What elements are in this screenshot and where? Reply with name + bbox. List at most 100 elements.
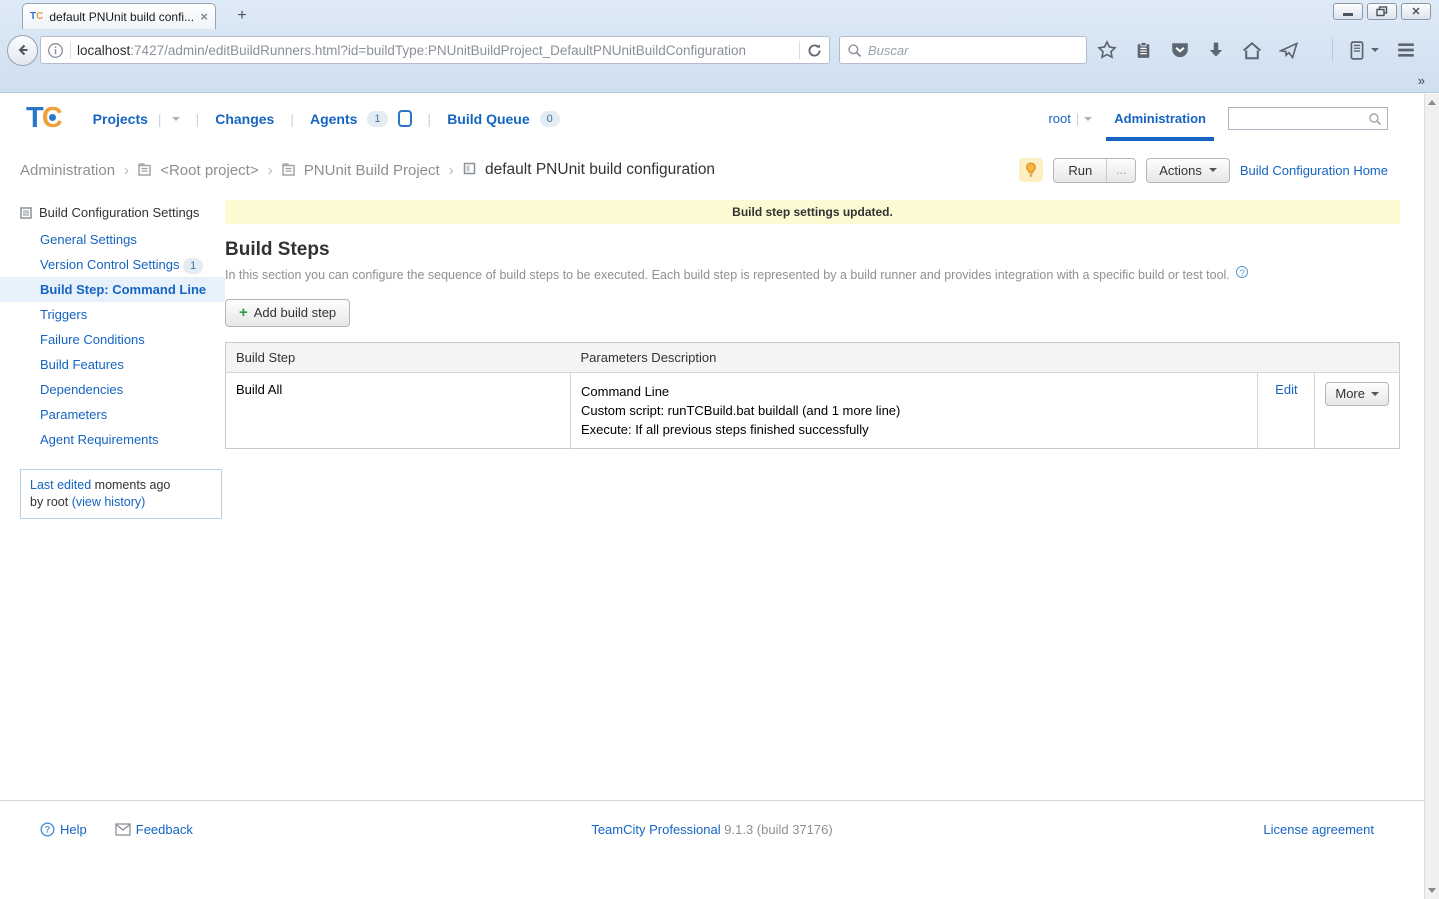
teamcity-search-input[interactable] <box>1234 112 1368 126</box>
home-icon[interactable] <box>1242 41 1262 60</box>
tab-title: default PNUnit build confi... <box>49 10 194 24</box>
nav-changes[interactable]: Changes <box>215 111 274 127</box>
header-right: root | Administration <box>1048 107 1424 130</box>
sidebar-item-agent-requirements[interactable]: Agent Requirements <box>0 427 225 452</box>
user-caret-icon[interactable] <box>1084 117 1092 121</box>
browser-search-bar[interactable] <box>839 36 1087 64</box>
browser-chrome: TC default PNUnit build confi... × + ✕ l… <box>0 0 1439 93</box>
teamcity-page: T C Projects | | Changes | Agents 1 | Bu… <box>0 94 1424 899</box>
teamcity-search-box[interactable] <box>1228 107 1388 130</box>
actions-button[interactable]: Actions <box>1146 158 1230 183</box>
page-scrollbar[interactable] <box>1424 94 1439 899</box>
nav-build-queue[interactable]: Build Queue <box>447 111 529 127</box>
user-menu[interactable]: root <box>1048 111 1070 126</box>
success-banner: Build step settings updated. <box>225 200 1400 224</box>
url-host: localhost <box>77 43 130 58</box>
edit-link[interactable]: Edit <box>1275 382 1297 397</box>
teamcity-header: T C Projects | | Changes | Agents 1 | Bu… <box>0 94 1424 143</box>
reload-icon[interactable] <box>806 42 823 59</box>
url-divider <box>799 41 800 59</box>
hint-lightbulb-button[interactable] <box>1019 158 1043 182</box>
run-button[interactable]: Run <box>1054 159 1107 182</box>
teamcity-logo[interactable]: T C <box>26 102 63 135</box>
product-link[interactable]: TeamCity Professional <box>591 822 720 837</box>
downloads-icon[interactable] <box>1207 41 1225 60</box>
last-edited-link[interactable]: Last edited <box>30 478 91 492</box>
column-header-parameters: Parameters Description <box>571 343 1400 373</box>
nav-separator: | <box>1076 111 1079 126</box>
sidebar-panel-icon[interactable] <box>1350 41 1379 60</box>
sidebar-item-version-control[interactable]: Version Control Settings 1 <box>0 252 225 277</box>
bookmarks-overflow-chevron[interactable]: » <box>1418 73 1425 88</box>
last-edited-by: by root <box>30 495 68 509</box>
logo-letter-c: C <box>42 102 63 135</box>
breadcrumb-row: Administration › <Root project> › PNUnit… <box>20 156 1388 184</box>
nav-projects[interactable]: Projects <box>93 111 148 127</box>
close-button[interactable]: ✕ <box>1401 3 1431 20</box>
more-button[interactable]: More <box>1325 382 1389 406</box>
sidebar-item-build-step[interactable]: Build Step: Command Line <box>0 277 225 302</box>
nav-separator: | <box>196 111 200 127</box>
sidebar-item-dependencies[interactable]: Dependencies <box>0 377 225 402</box>
run-split-button: Run ... <box>1053 158 1136 183</box>
favicon-teamcity: TC <box>30 11 43 22</box>
configuration-actions: Run ... Actions Build Configuration Home <box>1019 158 1388 183</box>
settings-sidebar: Build Configuration Settings General Set… <box>0 200 225 519</box>
breadcrumb-chevron-icon: › <box>124 162 129 179</box>
scroll-up-icon[interactable] <box>1428 100 1436 105</box>
view-history-link[interactable]: (view history) <box>72 495 146 509</box>
table-header-row: Build Step Parameters Description <box>226 343 1400 373</box>
actions-label: Actions <box>1159 163 1202 178</box>
bookmarks-list-icon[interactable] <box>1134 41 1153 60</box>
browser-search-input[interactable] <box>868 43 1079 58</box>
build-steps-table: Build Step Parameters Description Build … <box>225 342 1400 449</box>
run-options-button[interactable]: ... <box>1107 159 1135 181</box>
nav-agents[interactable]: Agents <box>310 111 357 127</box>
plus-icon: + <box>239 305 248 320</box>
restore-button[interactable] <box>1367 3 1397 20</box>
breadcrumb-label: <Root project> <box>160 162 258 179</box>
bookmark-star-icon[interactable] <box>1097 40 1117 60</box>
build-configuration-home-link[interactable]: Build Configuration Home <box>1240 163 1388 178</box>
share-icon[interactable] <box>1279 41 1299 60</box>
sidebar-item-parameters[interactable]: Parameters <box>0 402 225 427</box>
tab-close-icon[interactable]: × <box>200 10 208 23</box>
breadcrumb-root-project[interactable]: <Root project> <box>138 162 259 179</box>
back-arrow-icon <box>15 42 31 58</box>
more-cell: More <box>1315 373 1400 449</box>
add-build-step-label: Add build step <box>254 305 336 320</box>
breadcrumb-pnunit-project[interactable]: PNUnit Build Project <box>282 162 440 179</box>
pocket-icon[interactable] <box>1170 41 1190 60</box>
close-icon: ✕ <box>1411 5 1420 18</box>
breadcrumb-chevron-icon: › <box>268 162 273 179</box>
scroll-down-icon[interactable] <box>1428 888 1436 893</box>
section-description: In this section you can configure the se… <box>225 266 1400 282</box>
footer-right: License agreement <box>1263 822 1374 837</box>
projects-caret-icon[interactable] <box>172 117 180 121</box>
project-icon <box>282 163 295 176</box>
info-icon[interactable] <box>47 42 64 59</box>
url-bar[interactable]: localhost:7427/admin/editBuildRunners.ht… <box>40 36 830 64</box>
parameters-description-cell: Command Line Custom script: runTCBuild.b… <box>571 373 1258 449</box>
column-header-build-step: Build Step <box>226 343 571 373</box>
browser-tab[interactable]: TC default PNUnit build confi... × <box>22 3 216 29</box>
search-icon[interactable] <box>1368 112 1382 126</box>
vcs-count-badge: 1 <box>183 258 203 274</box>
add-build-step-button[interactable]: + Add build step <box>225 299 350 327</box>
sidebar-item-label: Version Control Settings <box>40 257 179 272</box>
sidebar-item-general-settings[interactable]: General Settings <box>0 227 225 252</box>
sidebar-item-build-features[interactable]: Build Features <box>0 352 225 377</box>
help-icon[interactable]: ? <box>1236 266 1248 278</box>
new-tab-button[interactable]: + <box>228 6 256 27</box>
menu-hamburger-icon[interactable] <box>1396 41 1416 59</box>
nav-administration[interactable]: Administration <box>1110 111 1210 126</box>
execute-policy: Execute: If all previous steps finished … <box>581 420 1247 439</box>
url-text[interactable]: localhost:7427/admin/editBuildRunners.ht… <box>77 43 793 58</box>
back-button[interactable] <box>7 35 38 66</box>
license-agreement-link[interactable]: License agreement <box>1263 822 1374 837</box>
sidebar-item-failure-conditions[interactable]: Failure Conditions <box>0 327 225 352</box>
minimize-button[interactable] <box>1333 3 1363 20</box>
sidebar-item-triggers[interactable]: Triggers <box>0 302 225 327</box>
breadcrumb-administration[interactable]: Administration <box>20 162 115 179</box>
more-label: More <box>1335 386 1365 401</box>
